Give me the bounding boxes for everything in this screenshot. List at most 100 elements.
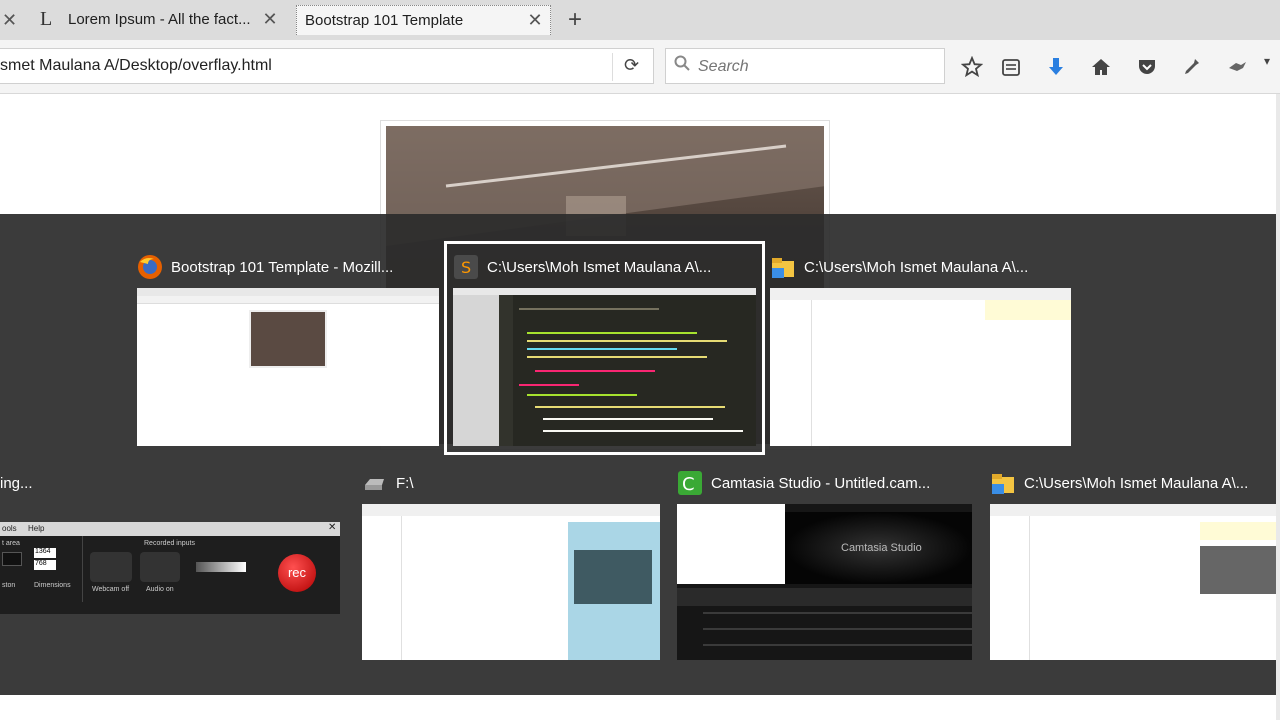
tab-title: Lorem Ipsum - All the fact... [68,10,251,28]
thumb-preview [985,300,1071,320]
switcher-item-drive-f[interactable]: F:\ [362,470,660,660]
tab-title: Bootstrap 101 Template [305,12,464,29]
dropper-icon[interactable] [1180,56,1202,78]
timeline-track [703,612,972,614]
divider [612,53,613,81]
code-line [519,308,659,310]
thumb-photo [249,310,327,368]
window-title: ing... [0,474,33,492]
record-button: rec [278,554,316,592]
thumb-clipbin [677,504,785,584]
window-label: C:\Users\Moh Ismet Maulana A\... [770,254,1028,280]
close-tab-icon[interactable]: ✕ [527,11,543,29]
window-label: ing... [0,470,33,496]
code-line [527,394,637,396]
window-thumbnail [362,504,660,660]
download-icon[interactable] [1045,56,1067,78]
close-tab-icon[interactable]: ✕ [262,10,278,28]
thumb-titlebar [137,288,439,296]
audio-label: Audio on [146,586,174,593]
firefox-icon [138,255,162,279]
window-title: F:\ [396,474,414,492]
width-field: 1364 [34,548,56,558]
switcher-item-explorer-1[interactable]: C:\Users\Moh Ismet Maulana A\... [770,254,1071,446]
window-thumbnail [990,504,1276,660]
window-label: F:\ [362,470,414,496]
window-thumbnail: ools Help ✕ t area 1364 768 ston Dimensi… [0,522,340,614]
volume-slider [196,562,246,572]
search-bar[interactable] [665,48,945,84]
thumb-menubar: ools Help ✕ [0,522,340,536]
thumb-ribbon [362,504,660,516]
menu-chevron-icon[interactable]: ▾ [1264,54,1280,76]
window-thumbnail: Camtasia Studio [677,504,972,660]
tab-bootstrap-template[interactable]: Bootstrap 101 Template ✕ [296,5,551,35]
switcher-item-firefox[interactable]: Bootstrap 101 Template - Mozill... [137,254,439,446]
code-line [527,348,677,350]
thumb-navpane [770,300,812,446]
switcher-item-camtasia[interactable]: C Camtasia Studio - Untitled.cam... Camt… [677,470,972,660]
custom-label: ston [2,582,16,589]
window-title: Camtasia Studio - Untitled.cam... [711,474,931,492]
menu-tools: ools [2,524,17,533]
thumb-navpane [990,516,1030,660]
window-label: S C:\Users\Moh Ismet Maulana A\... [453,254,711,280]
code-line [535,370,655,372]
reload-icon[interactable]: ⟳ [624,55,639,76]
close-icon: ✕ [328,522,337,533]
switcher-item-explorer-2[interactable]: C:\Users\Moh Ismet Maulana A\... [990,470,1276,660]
camtasia-splash: Camtasia Studio [841,542,922,554]
extension-icon[interactable] [1226,56,1248,78]
menu-help: Help [28,524,45,533]
switcher-item-recorder[interactable]: ing... ools Help ✕ t area 1364 768 ston … [0,470,340,616]
svg-text:S: S [461,258,471,277]
code-line [543,418,713,420]
reading-list-icon[interactable] [1000,56,1022,78]
microphone-icon [140,552,180,582]
lorem-favicon-icon: L [40,7,53,30]
inputs-label: Recorded inputs [144,540,195,547]
area-label: t area [2,540,20,547]
window-switcher: Bootstrap 101 Template - Mozill... S C:\… [0,214,1276,695]
window-thumbnail [453,288,756,446]
url-text: smet Maulana A/Desktop/overflay.html [0,57,272,74]
new-tab-icon[interactable]: + [568,6,582,34]
thumb-toolbar [137,296,439,304]
close-icon[interactable]: ✕ [2,10,17,31]
thumb-preview [1200,522,1276,540]
window-title: Bootstrap 101 Template - Mozill... [171,258,394,276]
camtasia-icon: C [678,471,702,495]
timeline-track [703,644,972,646]
timeline-track [703,628,972,630]
thumb-gutter [499,295,513,446]
code-line [527,340,727,342]
window-title: C:\Users\Moh Ismet Maulana A\... [804,258,1029,276]
page-scrollbar[interactable] [1276,94,1280,720]
drive-icon [365,479,384,490]
thumb-titlebar [453,288,756,295]
window-label: C:\Users\Moh Ismet Maulana A\... [990,470,1248,496]
search-input[interactable] [698,55,928,79]
bookmark-star-icon[interactable] [961,56,983,78]
webcam-label: Webcam off [92,586,130,593]
window-thumbnail [137,288,439,446]
code-line [543,430,743,432]
dimensions-label: Dimensions [34,582,71,589]
thumb-canvas: Camtasia Studio [785,512,972,584]
code-line [535,406,725,408]
pocket-icon[interactable] [1136,56,1158,78]
window-label: C Camtasia Studio - Untitled.cam... [677,470,930,496]
folder-icon [772,258,794,278]
svg-text:C: C [682,474,695,495]
window-title: C:\Users\Moh Ismet Maulana A\... [1024,474,1249,492]
tab-lorem-ipsum[interactable]: L Lorem Ipsum - All the fact... ✕ [40,4,290,34]
switcher-item-sublime[interactable]: S C:\Users\Moh Ismet Maulana A\... [444,241,765,455]
webcam-icon [90,552,132,582]
navigation-bar: smet Maulana A/Desktop/overflay.html ⟳ ▾ [0,40,1280,94]
code-line [519,384,579,386]
area-preset [2,552,22,566]
sublime-icon: S [454,255,478,279]
thumb-ribbon [990,504,1276,516]
home-icon[interactable] [1090,56,1112,78]
url-bar[interactable]: smet Maulana A/Desktop/overflay.html ⟳ [0,48,654,84]
